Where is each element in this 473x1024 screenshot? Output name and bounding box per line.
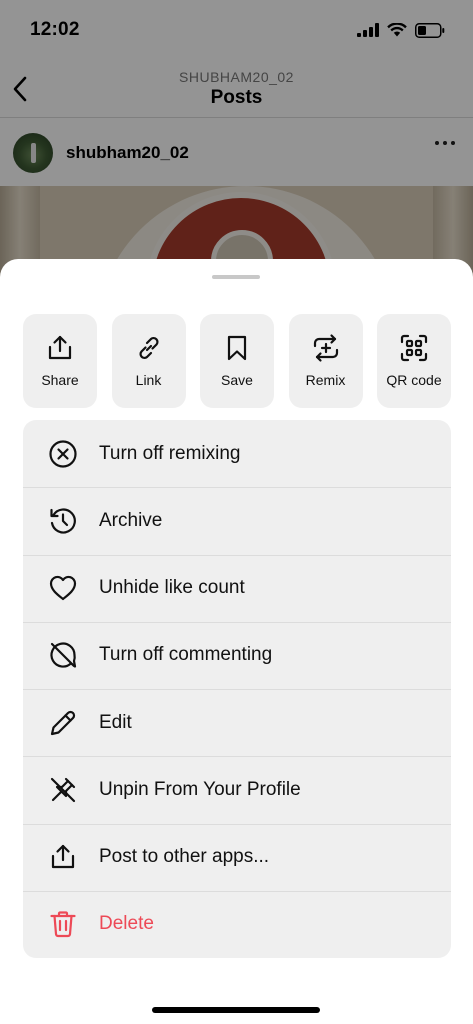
turn-off-commenting-item[interactable]: Turn off commenting (23, 621, 451, 689)
qr-code-button[interactable]: QR code (377, 314, 451, 408)
delete-item[interactable]: Delete (23, 890, 451, 958)
trash-icon (48, 909, 78, 939)
share-icon (48, 842, 78, 872)
post-to-other-apps-item[interactable]: Post to other apps... (23, 823, 451, 891)
unpin-icon (48, 775, 78, 805)
menu-item-label: Edit (99, 711, 132, 733)
turn-off-remixing-item[interactable]: Turn off remixing (23, 420, 451, 487)
unhide-like-count-item[interactable]: Unhide like count (23, 554, 451, 622)
remix-button[interactable]: Remix (288, 314, 363, 408)
unpin-item[interactable]: Unpin From Your Profile (23, 756, 451, 823)
bookmark-icon (222, 333, 252, 363)
archive-item[interactable]: Archive (23, 487, 451, 554)
circle-x-icon (48, 439, 78, 469)
remix-label: Remix (305, 372, 346, 388)
share-label: Share (41, 372, 79, 388)
menu-item-label: Archive (99, 509, 163, 531)
menu-item-label: Unpin From Your Profile (99, 778, 301, 800)
options-menu: Turn off remixing Archive Unhide like co… (23, 420, 451, 958)
pencil-icon (48, 708, 78, 738)
link-button[interactable]: Link (111, 314, 186, 408)
save-label: Save (221, 372, 253, 388)
sheet-grabber[interactable] (212, 275, 260, 279)
link-icon (134, 333, 164, 363)
menu-item-label: Turn off commenting (99, 644, 273, 666)
share-icon (45, 333, 75, 363)
options-sheet: Share Link Save Remix QR code Turn off r… (0, 259, 473, 1024)
share-button[interactable]: Share (23, 314, 97, 408)
archive-history-icon (48, 506, 78, 536)
qr-code-icon (399, 333, 429, 363)
remix-icon (311, 333, 341, 363)
qr-code-label: QR code (386, 372, 442, 388)
save-button[interactable]: Save (200, 314, 274, 408)
delete-label: Delete (99, 913, 154, 935)
share-actions-row: Share Link Save Remix QR code (23, 314, 451, 408)
comment-off-icon (48, 640, 78, 670)
home-indicator[interactable] (152, 1007, 320, 1013)
link-label: Link (135, 372, 162, 388)
menu-item-label: Unhide like count (99, 577, 245, 599)
edit-item[interactable]: Edit (23, 689, 451, 756)
heart-icon (48, 573, 78, 603)
menu-item-label: Turn off remixing (99, 442, 241, 464)
menu-item-label: Post to other apps... (99, 846, 270, 868)
